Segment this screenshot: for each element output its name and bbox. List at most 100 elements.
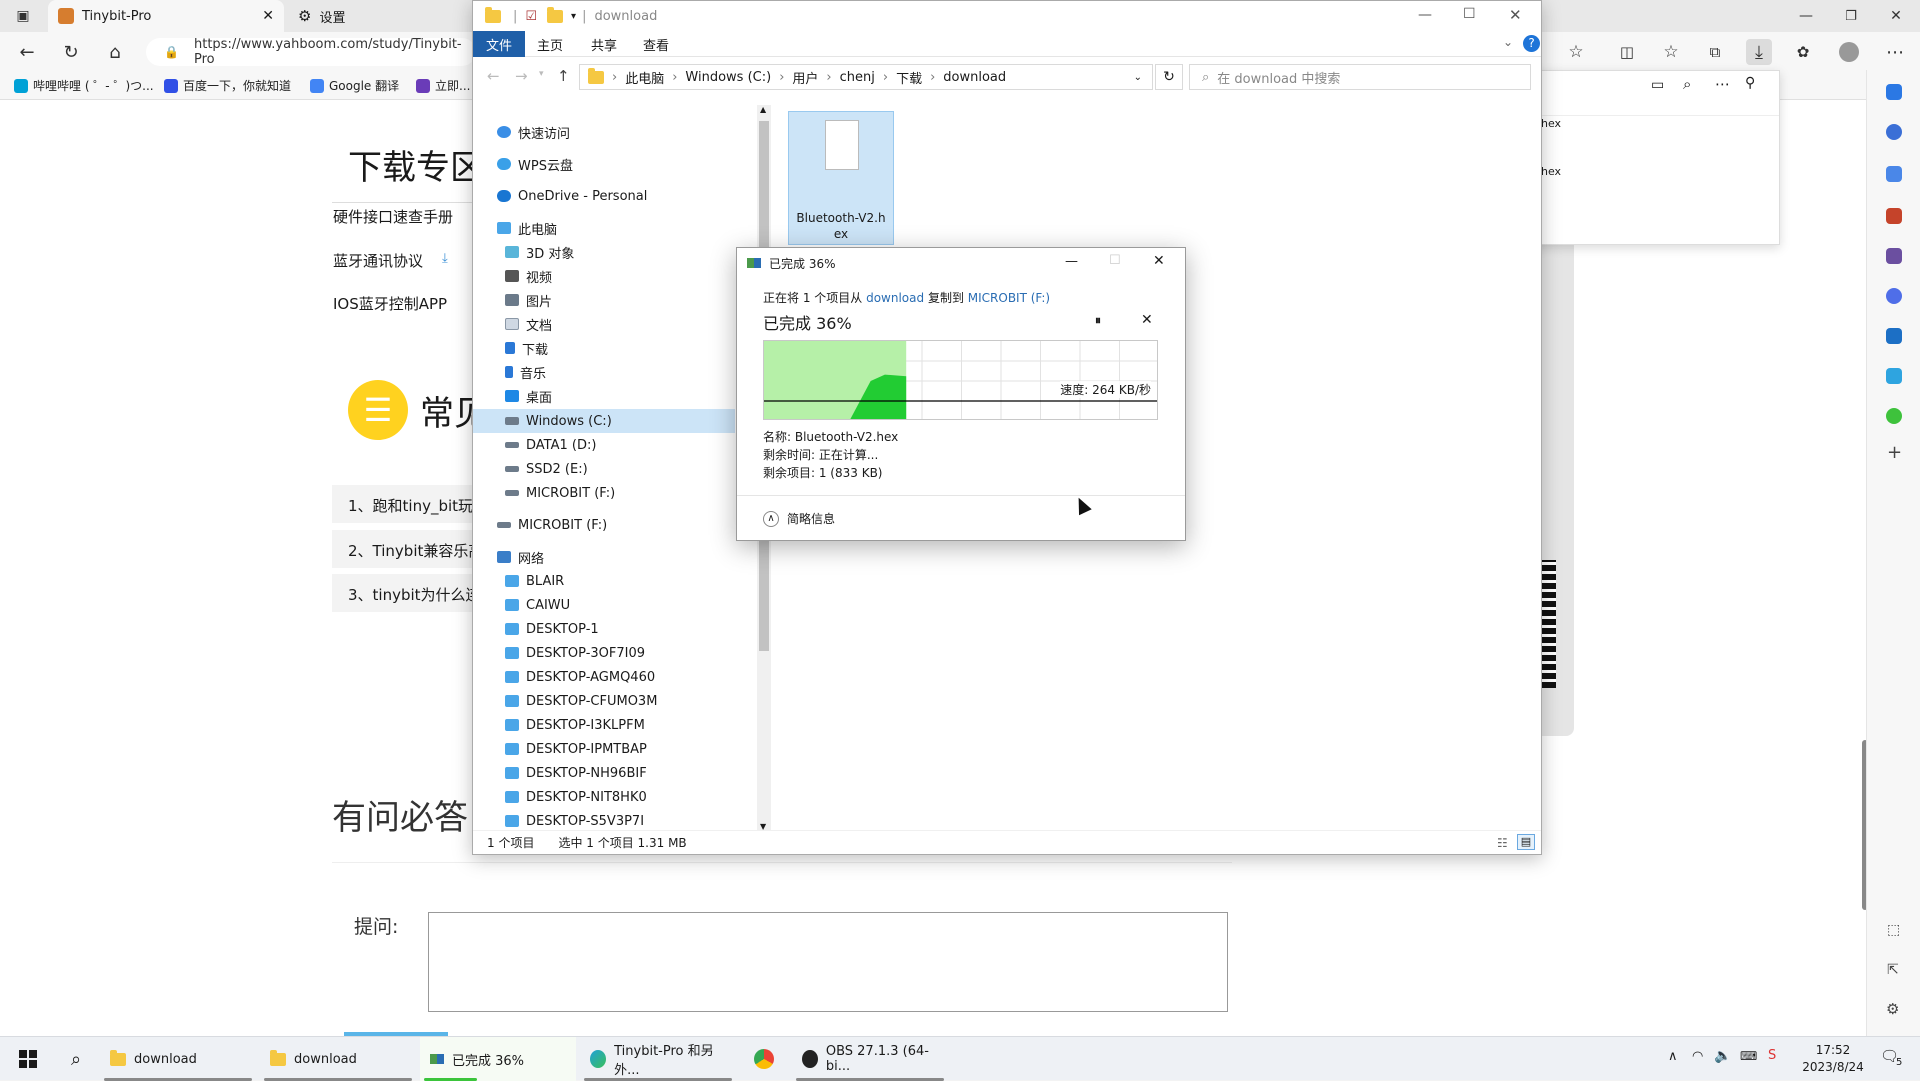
search-icon[interactable]: ⌕ [1683, 75, 1691, 93]
search-icon[interactable]: ⌕ [54, 1037, 98, 1081]
nav-item[interactable]: DESKTOP-S5V3P7I [505, 810, 644, 832]
details-view-icon[interactable]: ☷ [1497, 836, 1508, 850]
recent-dropdown-icon[interactable]: ▾ [539, 69, 544, 79]
nav-item[interactable]: 下载 [505, 337, 548, 359]
close-icon[interactable]: ✕ [1153, 253, 1165, 269]
wifi-icon[interactable]: ◠ [1692, 1049, 1703, 1064]
taskbar-item[interactable]: OBS 27.1.3 (64-bi... [792, 1037, 948, 1081]
file-item-selected[interactable]: Bluetooth-V2.h ex [788, 111, 894, 245]
expand-ribbon-icon[interactable]: ⌄ [1503, 35, 1513, 49]
nav-item[interactable]: BLAIR [505, 570, 564, 592]
screenshot-icon[interactable]: ⬚ [1887, 922, 1900, 938]
nav-item[interactable]: DESKTOP-NIT8HK0 [505, 786, 647, 808]
taskbar-item[interactable] [740, 1037, 788, 1081]
history-dropdown-icon[interactable]: ⌄ [1134, 72, 1142, 83]
nav-item-selected[interactable]: Windows (C:) [505, 410, 612, 432]
taskbar-item[interactable]: Tinybit-Pro 和另外... [580, 1037, 736, 1081]
nav-item[interactable]: 图片 [505, 289, 552, 311]
address-bar[interactable]: 🔒 https://www.yahboom.com/study/Tinybit-… [146, 37, 476, 67]
breadcrumb-item[interactable]: 用户 [792, 68, 818, 87]
minimize-icon[interactable]: — [1793, 3, 1819, 29]
refresh-icon[interactable]: ↻ [1155, 64, 1183, 90]
faq-item[interactable]: 1、跑和tiny_bit玩 [332, 485, 482, 523]
nav-item[interactable]: SSD2 (E:) [505, 458, 588, 480]
large-icons-view-icon[interactable]: ▤ [1517, 834, 1535, 850]
forward-icon[interactable]: → [515, 67, 528, 85]
tab-file[interactable]: 文件 [473, 31, 525, 57]
less-details-toggle[interactable]: ∧ 简略信息 [763, 510, 835, 527]
search-box[interactable]: ⌕ 在 download 中搜索 [1189, 64, 1531, 90]
taskbar-item[interactable]: download [100, 1037, 256, 1081]
help-icon[interactable]: ? [1523, 35, 1540, 52]
nav-item[interactable]: MICROBIT (F:) [497, 514, 607, 536]
taskbar-item[interactable]: download [260, 1037, 416, 1081]
tab-settings[interactable]: ⚙ 设置 [288, 0, 468, 32]
tag-icon[interactable] [1886, 166, 1902, 182]
clock[interactable]: 17:52 2023/8/24 [1796, 1042, 1870, 1076]
faq-item[interactable]: 2、Tinybit兼容乐高 [332, 530, 482, 568]
nav-item[interactable]: DESKTOP-I3KLPFM [505, 714, 645, 736]
nav-item[interactable]: DESKTOP-1 [505, 618, 599, 640]
taskbar-item-copy[interactable]: 已完成 36% [420, 1037, 576, 1081]
tab-tinybit[interactable]: Tinybit-Pro ✕ [48, 0, 284, 32]
download-item[interactable]: hex [1541, 117, 1561, 130]
nav-item[interactable]: 文档 [505, 313, 552, 335]
breadcrumb-item[interactable]: chenj [840, 70, 875, 85]
outlook-icon[interactable] [1886, 328, 1902, 344]
nav-item[interactable]: DESKTOP-3OF7I09 [505, 642, 645, 664]
up-icon[interactable]: ↑ [557, 67, 570, 85]
favorites-icon[interactable]: ☆ [1658, 39, 1684, 65]
maximize-icon[interactable]: ☐ [1463, 6, 1476, 22]
nav-item[interactable]: DESKTOP-IPMTBAP [505, 738, 647, 760]
close-tab-icon[interactable]: ✕ [262, 8, 274, 24]
start-button[interactable] [6, 1037, 50, 1081]
settings-gear-icon[interactable]: ⚙ [1886, 1000, 1899, 1018]
profile-avatar[interactable] [1836, 39, 1862, 65]
office-icon[interactable] [1886, 288, 1902, 304]
nav-item[interactable]: MICROBIT (F:) [505, 482, 615, 504]
scroll-up-icon[interactable]: ▲ [760, 105, 766, 114]
tab-view[interactable]: 查看 [631, 31, 681, 57]
app-tray-icon[interactable]: S [1768, 1048, 1776, 1063]
restore-icon[interactable]: ❐ [1838, 3, 1864, 29]
back-icon[interactable]: ← [487, 67, 500, 85]
target-link[interactable]: MICROBIT (F:) [968, 291, 1050, 305]
favorite-star-icon[interactable]: ☆ [1563, 39, 1589, 65]
properties-icon[interactable]: ☑ [525, 9, 537, 24]
download-link[interactable]: IOS蓝牙控制APP [333, 293, 447, 314]
minimize-icon[interactable]: — [1065, 254, 1078, 269]
tab-actions-icon[interactable]: ▣ [10, 3, 36, 29]
nav-item[interactable]: 3D 对象 [505, 241, 574, 263]
quick-access-dropdown-icon[interactable]: ▾ [571, 11, 576, 22]
breadcrumb-item[interactable]: download [943, 70, 1006, 85]
more-icon[interactable]: ⋯ [1715, 75, 1730, 93]
home-icon[interactable]: ⌂ [102, 39, 128, 65]
close-icon[interactable]: ✕ [1509, 6, 1522, 24]
nav-item[interactable]: 此电脑 [497, 217, 557, 239]
back-icon[interactable]: ← [14, 39, 40, 65]
volume-icon[interactable]: 🔈 [1714, 1048, 1731, 1064]
download-link[interactable]: 蓝牙通讯协议 [333, 250, 423, 271]
share-icon[interactable]: ⇱ [1887, 962, 1899, 978]
close-window-icon[interactable]: ✕ [1883, 3, 1909, 29]
download-item[interactable]: hex [1541, 165, 1561, 178]
input-method-icon[interactable]: ⌨ [1740, 1049, 1757, 1063]
drop-icon[interactable] [1886, 368, 1902, 384]
cancel-icon[interactable]: ✕ [1141, 312, 1153, 328]
breadcrumb-item[interactable]: 此电脑 [625, 68, 664, 87]
more-menu-icon[interactable]: ⋯ [1882, 39, 1908, 65]
refresh-icon[interactable]: ↻ [58, 39, 84, 65]
new-folder-icon[interactable] [547, 6, 564, 23]
open-folder-icon[interactable]: ▭ [1651, 77, 1664, 93]
nav-item[interactable]: 网络 [497, 546, 544, 568]
nav-item[interactable]: OneDrive - Personal [497, 185, 647, 207]
nav-item[interactable]: CAIWU [505, 594, 570, 616]
pin-icon[interactable]: ⚲ [1745, 75, 1755, 91]
breadcrumb-item[interactable]: 下载 [896, 68, 922, 87]
extensions-icon[interactable]: ✿ [1790, 39, 1816, 65]
games-icon[interactable] [1886, 248, 1902, 264]
spotify-icon[interactable] [1886, 408, 1902, 424]
nav-item[interactable]: DESKTOP-CFUMO3M [505, 690, 657, 712]
nav-item[interactable]: 快速访问 [497, 121, 570, 143]
split-screen-icon[interactable]: ◫ [1614, 39, 1640, 65]
